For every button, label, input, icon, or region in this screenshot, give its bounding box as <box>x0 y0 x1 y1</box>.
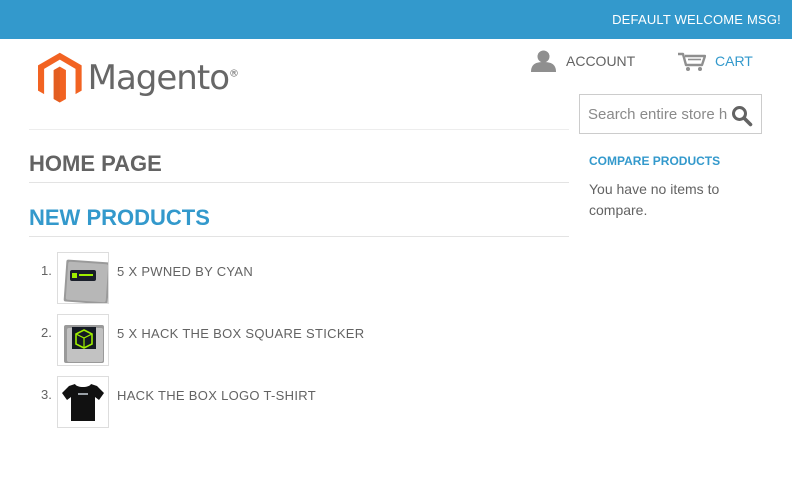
product-item: 2. 5 X HACK THE BOX SQUARE STICKER <box>29 314 569 376</box>
section-divider <box>29 236 569 237</box>
product-item: 1. 5 X PWNED BY CYAN <box>29 252 569 314</box>
product-name[interactable]: 5 X HACK THE BOX SQUARE STICKER <box>117 326 364 341</box>
sticker-image-icon <box>64 325 104 363</box>
product-image[interactable] <box>57 252 109 304</box>
t-shirt-image-icon <box>62 384 104 421</box>
product-number: 1. <box>41 263 52 278</box>
cart-label: CART <box>715 53 753 69</box>
compare-empty-message: You have no items to compare. <box>589 181 720 218</box>
product-name[interactable]: 5 X PWNED BY CYAN <box>117 264 253 279</box>
product-image[interactable] <box>57 314 109 366</box>
sticker-image-icon <box>63 259 108 303</box>
cart-link[interactable]: CART <box>678 49 753 73</box>
page-title: HOME PAGE <box>29 151 162 176</box>
store-logo[interactable]: Magento® <box>38 49 239 107</box>
product-image[interactable] <box>57 376 109 428</box>
product-item: 3. HACK THE BOX LOGO T-SHIRT <box>29 376 569 438</box>
search-icon <box>732 106 753 127</box>
new-products-list: 1. 5 X PWNED BY CYAN 2. 5 X HACK THE BOX… <box>29 252 569 438</box>
compare-products-heading: COMPARE PRODUCTS <box>589 154 721 168</box>
product-number: 2. <box>41 325 52 340</box>
product-number: 3. <box>41 387 52 402</box>
new-products-heading: NEW PRODUCTS <box>29 205 210 230</box>
cart-icon <box>678 52 706 71</box>
product-name[interactable]: HACK THE BOX LOGO T-SHIRT <box>117 388 316 403</box>
search-button[interactable] <box>731 105 753 127</box>
user-icon <box>531 50 556 72</box>
logo-wordmark: Magento® <box>87 58 239 98</box>
title-divider <box>29 182 569 183</box>
welcome-message: DEFAULT WELCOME MSG! <box>612 12 781 27</box>
header-divider <box>29 129 569 130</box>
top-bar: DEFAULT WELCOME MSG! <box>0 0 792 39</box>
search-box <box>579 94 762 134</box>
account-link[interactable]: ACCOUNT <box>531 49 635 73</box>
account-label: ACCOUNT <box>566 53 636 69</box>
search-input[interactable] <box>588 103 728 125</box>
magento-logo-icon <box>38 52 82 103</box>
